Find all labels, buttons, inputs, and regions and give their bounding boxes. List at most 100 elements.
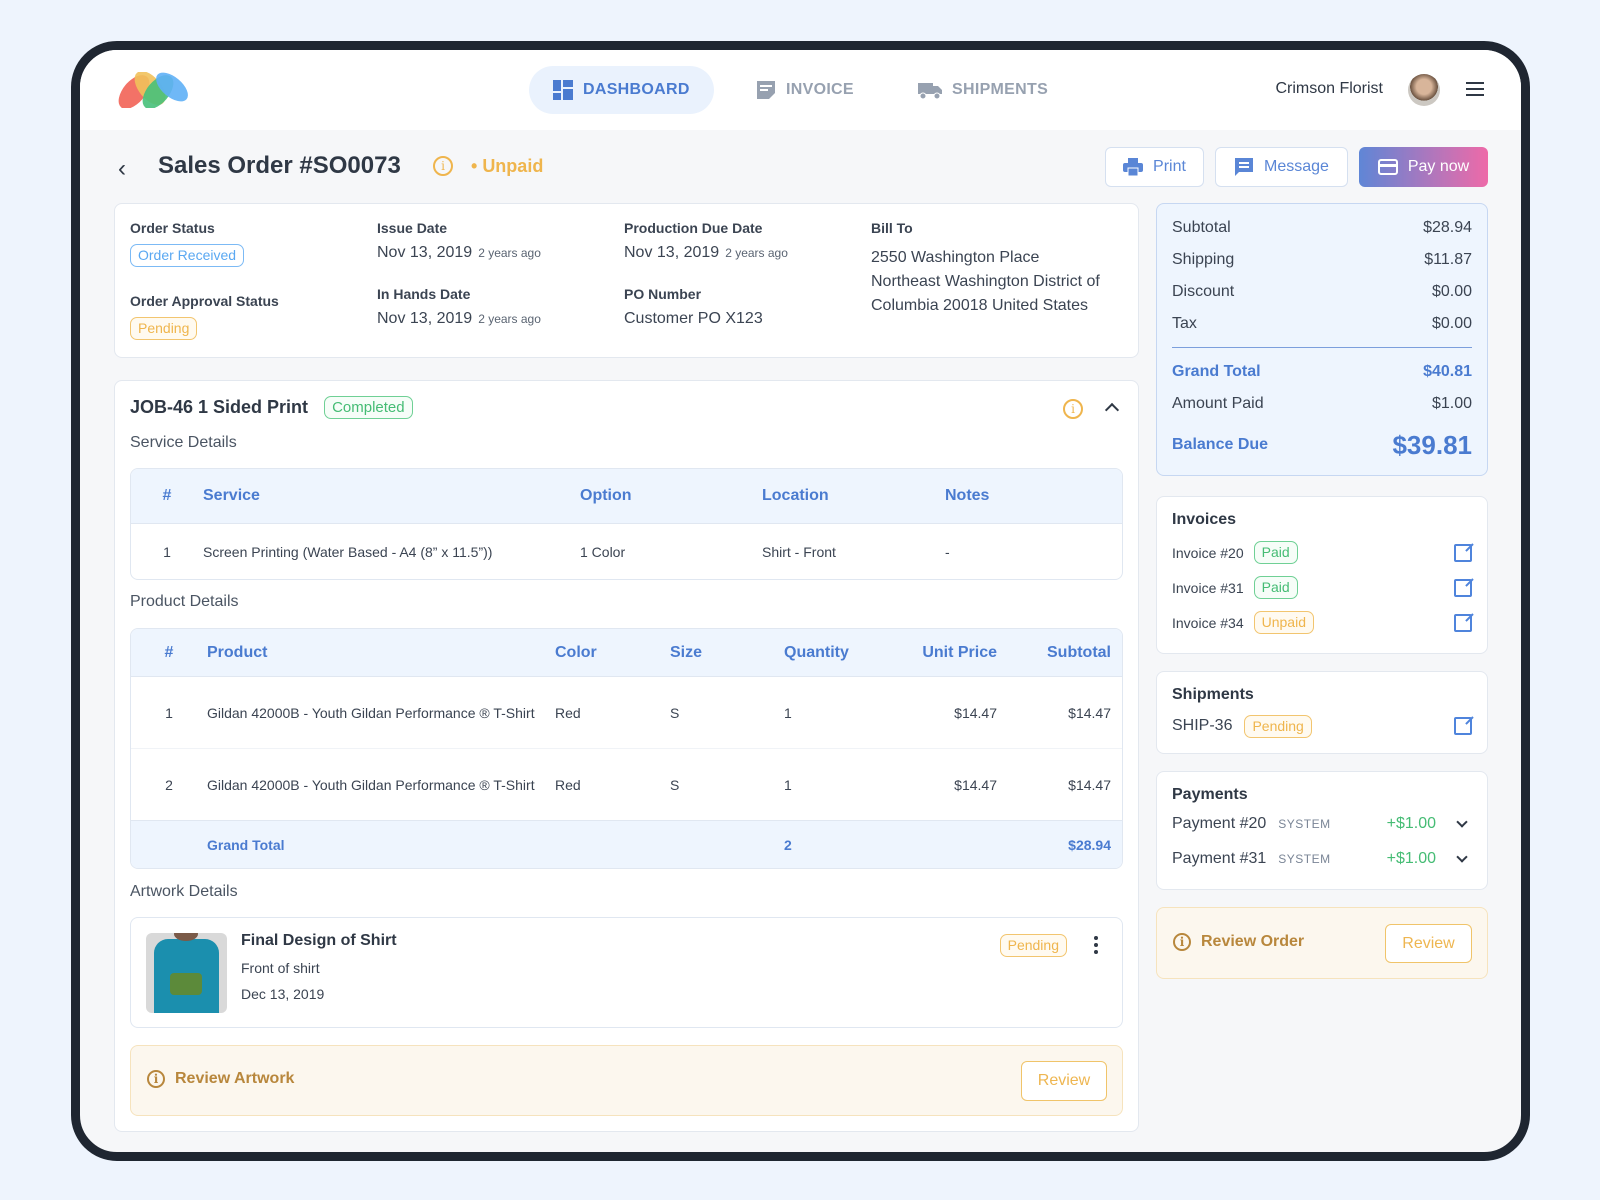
- external-link-icon[interactable]: [1454, 717, 1472, 735]
- summary-label: Discount: [1172, 283, 1235, 300]
- job-title: JOB-46 1 Sided Print: [130, 397, 309, 417]
- tab-label: DASHBOARD: [583, 81, 690, 98]
- chevron-down-icon[interactable]: [1456, 850, 1468, 863]
- invoice-item[interactable]: Invoice #34 Unpaid: [1172, 605, 1472, 640]
- avatar[interactable]: [1408, 74, 1440, 106]
- bill-to-address: 2550 Washington Place Northeast Washingt…: [871, 246, 1100, 318]
- column-header: Notes: [945, 487, 990, 504]
- info-icon[interactable]: i: [433, 156, 453, 176]
- approval-status-label: Order Approval Status: [130, 293, 279, 309]
- invoices-card: Invoices Invoice #20 Paid Invoice #31 Paid I…: [1156, 496, 1488, 654]
- dashboard-icon: [553, 80, 573, 100]
- invoice-status-badge: Unpaid: [1253, 611, 1314, 634]
- table-row: 2 Gildan 42000B - Youth Gildan Performan…: [131, 749, 1122, 821]
- invoice-name: Invoice #34: [1172, 614, 1244, 631]
- cell-location: Shirt - Front: [762, 543, 836, 560]
- issue-date-ago: 2 years ago: [478, 246, 541, 260]
- user-name[interactable]: Crimson Florist: [1275, 80, 1383, 98]
- cell-index: 1: [165, 704, 173, 721]
- summary-row: Discount $0.00: [1172, 276, 1472, 308]
- cell-notes: -: [945, 543, 950, 560]
- cell-unit-price: $14.47: [954, 776, 997, 793]
- artwork-date: Dec 13, 2019: [241, 986, 325, 1002]
- service-table: # Service Option Location Notes 1 Screen…: [130, 468, 1123, 580]
- order-status-label: Order Status: [130, 220, 215, 236]
- invoice-item[interactable]: Invoice #31 Paid: [1172, 570, 1472, 605]
- review-order-label: Review Order: [1201, 933, 1305, 950]
- invoice-name: Invoice #31: [1172, 579, 1244, 596]
- product-table: # Product Color Size Quantity Unit Price…: [130, 628, 1123, 869]
- page-title: Sales Order #SO0073: [158, 152, 401, 179]
- pay-now-label: Pay now: [1407, 158, 1470, 175]
- chevron-up-icon[interactable]: [1104, 402, 1120, 418]
- external-link-icon[interactable]: [1454, 578, 1472, 597]
- column-header: Subtotal: [1047, 643, 1111, 661]
- production-due-ago: 2 years ago: [725, 246, 788, 260]
- table-row: 1 Gildan 42000B - Youth Gildan Performan…: [131, 677, 1122, 749]
- invoice-status-badge: Paid: [1253, 541, 1298, 564]
- shipment-item[interactable]: SHIP-36 Pending: [1172, 714, 1472, 738]
- print-button[interactable]: Print: [1105, 147, 1204, 187]
- summary-row: Shipping $11.87: [1172, 244, 1472, 276]
- pay-now-button[interactable]: Pay now: [1359, 147, 1488, 187]
- more-vertical-icon[interactable]: [1094, 936, 1098, 954]
- tab-shipments[interactable]: SHIPMENTS: [918, 66, 1048, 114]
- payment-item[interactable]: Payment #20 SYSTEM +$1.00: [1172, 806, 1472, 841]
- invoice-icon: [757, 81, 775, 99]
- payments-title: Payments: [1172, 786, 1248, 803]
- invoice-name: Invoice #20: [1172, 544, 1244, 561]
- info-icon[interactable]: i: [1063, 399, 1083, 419]
- external-link-icon[interactable]: [1454, 543, 1472, 562]
- cell-color: Red: [555, 704, 581, 721]
- artwork-thumbnail[interactable]: [146, 933, 227, 1013]
- cell-color: Red: [555, 776, 581, 793]
- cell-quantity: 1: [784, 704, 792, 721]
- in-hands-ago: 2 years ago: [478, 312, 541, 326]
- payment-amount: +$1.00: [1386, 849, 1436, 867]
- back-chevron-icon[interactable]: ‹: [118, 155, 126, 183]
- payment-status-label: Unpaid: [482, 156, 544, 176]
- payment-name: Payment #20: [1172, 814, 1267, 832]
- cell-option: 1 Color: [580, 543, 626, 560]
- message-button[interactable]: Message: [1215, 147, 1348, 187]
- tab-invoice[interactable]: INVOICE: [756, 66, 854, 114]
- invoice-item[interactable]: Invoice #20 Paid: [1172, 535, 1472, 570]
- production-due-label: Production Due Date: [624, 220, 763, 236]
- column-header: Quantity: [784, 643, 849, 661]
- review-order-button[interactable]: Review: [1385, 924, 1472, 963]
- payment-item[interactable]: Payment #31 SYSTEM +$1.00: [1172, 841, 1472, 876]
- cell-index: 1: [163, 543, 171, 560]
- summary-row: Subtotal $28.94: [1172, 212, 1472, 244]
- review-artwork-button[interactable]: Review: [1021, 1061, 1107, 1101]
- service-details-label: Service Details: [130, 434, 237, 451]
- balance-due-row: Balance Due $39.81: [1172, 420, 1472, 470]
- printer-icon: [1123, 158, 1144, 176]
- cell-product: Gildan 42000B - Youth Gildan Performance…: [207, 704, 535, 721]
- summary-row: Tax $0.00: [1172, 308, 1472, 340]
- job-status-badge: Completed: [324, 396, 413, 419]
- approval-status-badge: Pending: [130, 317, 198, 340]
- address-line: 2550 Washington Place: [871, 249, 1040, 266]
- invoice-status-badge: Paid: [1253, 576, 1298, 599]
- tab-label: SHIPMENTS: [952, 81, 1049, 98]
- amount-paid-row: Amount Paid $1.00: [1172, 388, 1472, 420]
- truck-icon: [918, 83, 942, 100]
- tab-label: INVOICE: [786, 81, 854, 98]
- summary-value: $0.00: [1431, 283, 1472, 300]
- tab-dashboard[interactable]: DASHBOARD: [529, 66, 714, 114]
- external-link-icon[interactable]: [1454, 613, 1472, 632]
- summary-label: Shipping: [1172, 251, 1235, 268]
- summary-value: $11.87: [1424, 251, 1472, 268]
- balance-due-value: $39.81: [1392, 429, 1472, 460]
- brand-logo[interactable]: [112, 72, 192, 108]
- hamburger-menu-icon[interactable]: [1466, 82, 1484, 96]
- issue-date: Nov 13, 2019: [377, 244, 473, 261]
- cell-subtotal: $14.47: [1068, 704, 1111, 721]
- table-header: # Service Option Location Notes: [131, 469, 1122, 524]
- artwork-details-label: Artwork Details: [130, 883, 238, 900]
- info-icon: i: [147, 1070, 165, 1088]
- cell-product: Gildan 42000B - Youth Gildan Performance…: [207, 776, 535, 793]
- chevron-down-icon[interactable]: [1456, 815, 1468, 828]
- artwork-item[interactable]: Final Design of Shirt Front of shirt Dec…: [130, 917, 1123, 1028]
- cell-index: 2: [165, 776, 173, 793]
